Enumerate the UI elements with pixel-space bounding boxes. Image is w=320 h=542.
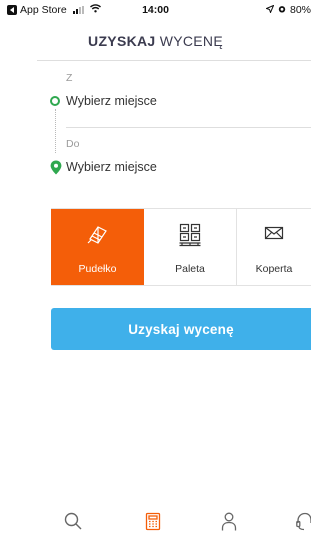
destination-pin-icon <box>50 160 62 180</box>
nav-profile[interactable] <box>221 512 237 536</box>
nav-quote[interactable] <box>145 512 161 536</box>
package-type-box[interactable]: Pudełko <box>51 209 144 285</box>
page-title-bold: UZYSKAJ <box>88 33 156 49</box>
page-title-regular: WYCENĘ <box>159 33 223 49</box>
package-type-box-label: Pudełko <box>78 263 117 275</box>
origin-label: Z <box>66 72 73 84</box>
header-divider <box>37 60 311 61</box>
package-type-envelope-label: Koperta <box>255 263 293 275</box>
status-right: 80% <box>265 4 311 16</box>
alarm-icon <box>278 4 286 16</box>
battery-percentage: 80% <box>289 4 311 16</box>
page-title: UZYSKAJ WYCENĘ <box>0 33 311 49</box>
support-icon <box>296 512 312 531</box>
nav-support[interactable] <box>296 512 312 536</box>
profile-icon <box>221 512 237 531</box>
get-quote-button[interactable]: Uzyskaj wycenę <box>51 308 311 350</box>
envelope-icon <box>237 223 311 243</box>
package-type-envelope[interactable]: Koperta <box>237 209 311 285</box>
origin-marker-icon <box>50 96 60 106</box>
origin-divider <box>66 127 311 128</box>
pallet-icon <box>144 223 236 247</box>
destination-field[interactable]: Wybierz miejsce <box>66 160 157 174</box>
box-icon <box>51 223 144 247</box>
nav-search[interactable] <box>64 512 82 535</box>
package-type-pallet-label: Paleta <box>175 263 205 275</box>
package-type-selector: Pudełko Paleta Koperta <box>51 208 311 286</box>
search-icon <box>64 512 82 530</box>
origin-field[interactable]: Wybierz miejsce <box>66 94 157 108</box>
route-connector <box>55 109 56 153</box>
package-type-pallet[interactable]: Paleta <box>144 209 237 285</box>
destination-label: Do <box>66 138 80 150</box>
calculator-icon <box>145 512 161 531</box>
status-time: 14:00 <box>142 4 169 16</box>
location-arrow-icon <box>265 4 275 16</box>
status-bar: App Store 14:00 80% <box>0 0 311 20</box>
